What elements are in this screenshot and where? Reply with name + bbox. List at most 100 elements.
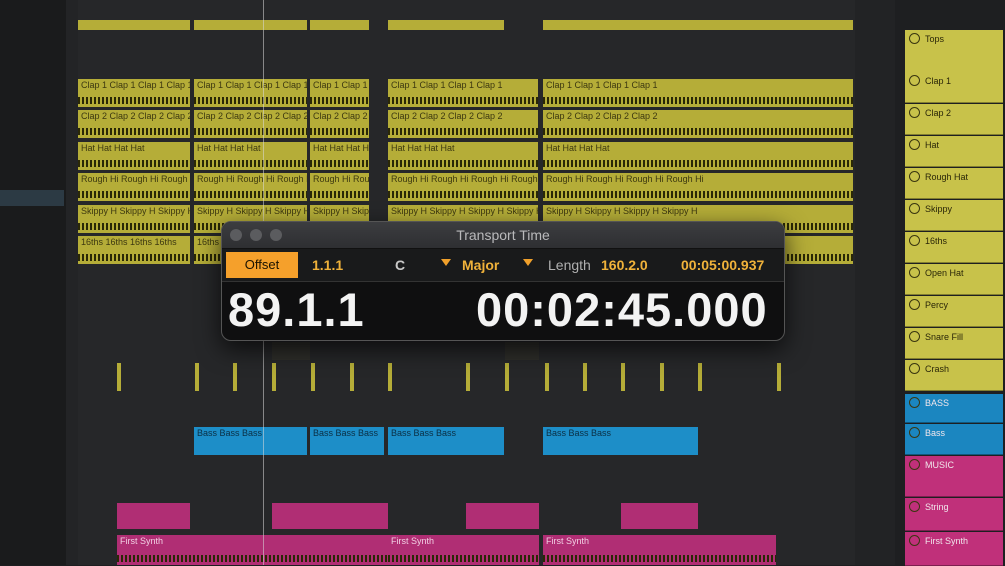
fold-arrow-icon[interactable]	[909, 171, 920, 182]
track-header-first-synth[interactable]: First Synth	[905, 532, 1003, 566]
percussion-hit-clip[interactable]	[466, 363, 470, 391]
drum-clip[interactable]: Clap 1 Clap 1 Clap 1 Clap 1	[78, 79, 190, 107]
track-header-tops[interactable]: Tops	[905, 30, 1003, 73]
synth-clip[interactable]: First Synth	[117, 535, 388, 565]
percussion-hit-clip[interactable]	[388, 363, 392, 391]
transport-time-window[interactable]: Transport Time Offset 1.1.1 C Major Leng…	[221, 221, 785, 341]
track-header-snare-fill[interactable]: Snare Fill	[905, 328, 1003, 359]
drum-clip[interactable]: Clap 2 Clap 2 Clap 2 Clap 2	[388, 110, 538, 138]
drum-clip[interactable]: Rough Hi Rough Hi Rough Hi Rough Hi	[194, 173, 307, 201]
string-clip[interactable]	[466, 503, 539, 529]
scroll-gutter[interactable]	[66, 0, 78, 565]
track-name: Percy	[925, 300, 949, 310]
track-header-clap-1[interactable]: Clap 1	[905, 72, 1003, 103]
fold-arrow-icon[interactable]	[909, 75, 920, 86]
bass-clip[interactable]: Bass Bass Bass	[194, 427, 307, 455]
key-value[interactable]: C	[395, 257, 405, 273]
fold-arrow-icon[interactable]	[909, 267, 920, 278]
length-value[interactable]: 160.2.0	[601, 257, 648, 273]
fold-arrow-icon[interactable]	[909, 459, 920, 470]
fold-arrow-icon[interactable]	[909, 139, 920, 150]
key-dropdown-icon[interactable]	[441, 259, 451, 266]
drum-clip[interactable]: 16ths 16ths 16ths 16ths	[78, 236, 190, 264]
drum-clip[interactable]: Clap 1 Clap 1 Clap 1 Clap 1	[543, 79, 853, 107]
track-header-open-hat[interactable]: Open Hat	[905, 264, 1003, 295]
synth-clip[interactable]: First Synth	[543, 535, 776, 565]
track-header-string[interactable]: String	[905, 498, 1003, 531]
drum-clip[interactable]: Rough Hi Rough Hi Rough Hi Rough Hi	[310, 173, 369, 201]
track-header-bass[interactable]: BASS	[905, 394, 1003, 423]
fold-arrow-icon[interactable]	[909, 107, 920, 118]
tops-clip[interactable]	[310, 20, 369, 30]
percussion-hit-clip[interactable]	[505, 363, 509, 391]
track-header-crash[interactable]: Crash	[905, 360, 1003, 391]
fold-arrow-icon[interactable]	[909, 331, 920, 342]
string-clip[interactable]	[272, 503, 388, 529]
scale-dropdown-icon[interactable]	[523, 259, 533, 266]
offset-button[interactable]: Offset	[226, 252, 298, 278]
drum-clip[interactable]: Hat Hat Hat Hat	[194, 142, 307, 170]
track-header-rough-hat[interactable]: Rough Hat	[905, 168, 1003, 199]
percussion-hit-clip[interactable]	[195, 363, 199, 391]
percussion-hit-clip[interactable]	[583, 363, 587, 391]
clip-label: Bass Bass Bass	[546, 428, 612, 438]
bass-clip[interactable]: Bass Bass Bass	[388, 427, 504, 455]
drum-clip[interactable]: Clap 2 Clap 2 Clap 2 Clap 2	[543, 110, 853, 138]
tops-clip[interactable]	[543, 20, 853, 30]
bass-clip[interactable]: Bass Bass Bass	[310, 427, 384, 455]
fold-arrow-icon[interactable]	[909, 363, 920, 374]
fold-arrow-icon[interactable]	[909, 299, 920, 310]
snare-fill-clip[interactable]	[505, 342, 539, 360]
drum-clip[interactable]: Clap 1 Clap 1 Clap 1 Clap 1	[194, 79, 307, 107]
track-header-music[interactable]: MUSIC	[905, 456, 1003, 497]
drum-clip[interactable]: Rough Hi Rough Hi Rough Hi Rough Hi	[388, 173, 538, 201]
percussion-hit-clip[interactable]	[311, 363, 315, 391]
track-header-bass[interactable]: Bass	[905, 424, 1003, 455]
percussion-hit-clip[interactable]	[117, 363, 121, 391]
percussion-hit-clip[interactable]	[350, 363, 354, 391]
percussion-hit-clip[interactable]	[233, 363, 237, 391]
synth-clip[interactable]: First Synth	[388, 535, 539, 565]
fold-arrow-icon[interactable]	[909, 235, 920, 246]
percussion-hit-clip[interactable]	[545, 363, 549, 391]
drum-clip[interactable]: Hat Hat Hat Hat	[78, 142, 190, 170]
tops-clip[interactable]	[78, 20, 190, 30]
fold-arrow-icon[interactable]	[909, 203, 920, 214]
drum-clip[interactable]: Clap 1 Clap 1 Clap 1 Clap 1	[388, 79, 538, 107]
track-header-16ths[interactable]: 16ths	[905, 232, 1003, 263]
drum-clip[interactable]: Hat Hat Hat Hat	[388, 142, 538, 170]
drum-clip[interactable]: Skippy H Skippy H Skippy H Skippy H	[78, 205, 190, 233]
fold-arrow-icon[interactable]	[909, 33, 920, 44]
fold-arrow-icon[interactable]	[909, 501, 920, 512]
string-clip[interactable]	[621, 503, 698, 529]
percussion-hit-clip[interactable]	[660, 363, 664, 391]
snare-fill-clip[interactable]	[272, 342, 310, 360]
percussion-hit-clip[interactable]	[698, 363, 702, 391]
drum-clip[interactable]: Clap 2 Clap 2 Clap 2 Clap 2	[194, 110, 307, 138]
string-clip[interactable]	[117, 503, 190, 529]
percussion-hit-clip[interactable]	[621, 363, 625, 391]
tops-clip[interactable]	[194, 20, 307, 30]
drum-clip[interactable]: Hat Hat Hat Hat	[543, 142, 853, 170]
drum-clip[interactable]: Clap 1 Clap 1 Clap 1 Clap 1	[310, 79, 369, 107]
track-header-skippy[interactable]: Skippy	[905, 200, 1003, 231]
track-header-clap-2[interactable]: Clap 2	[905, 104, 1003, 135]
drum-clip[interactable]: Rough Hi Rough Hi Rough Hi Rough Hi	[543, 173, 853, 201]
drum-clip[interactable]: Hat Hat Hat Hat	[310, 142, 369, 170]
drum-clip[interactable]: Clap 2 Clap 2 Clap 2 Clap 2	[310, 110, 369, 138]
drum-clip[interactable]: Rough Hi Rough Hi Rough Hi Rough Hi	[78, 173, 190, 201]
drum-clip[interactable]: Clap 2 Clap 2 Clap 2 Clap 2	[78, 110, 190, 138]
fold-arrow-icon[interactable]	[909, 397, 920, 408]
bass-clip[interactable]: Bass Bass Bass	[543, 427, 698, 455]
offset-value[interactable]: 1.1.1	[312, 257, 343, 273]
tops-clip[interactable]	[388, 20, 504, 30]
track-name: String	[925, 502, 949, 512]
fold-arrow-icon[interactable]	[909, 427, 920, 438]
percussion-hit-clip[interactable]	[777, 363, 781, 391]
track-header-percy[interactable]: Percy	[905, 296, 1003, 327]
fold-arrow-icon[interactable]	[909, 535, 920, 546]
scale-value[interactable]: Major	[462, 257, 499, 273]
track-header-hat[interactable]: Hat	[905, 136, 1003, 167]
title-bar[interactable]: Transport Time	[222, 222, 784, 249]
percussion-hit-clip[interactable]	[272, 363, 276, 391]
